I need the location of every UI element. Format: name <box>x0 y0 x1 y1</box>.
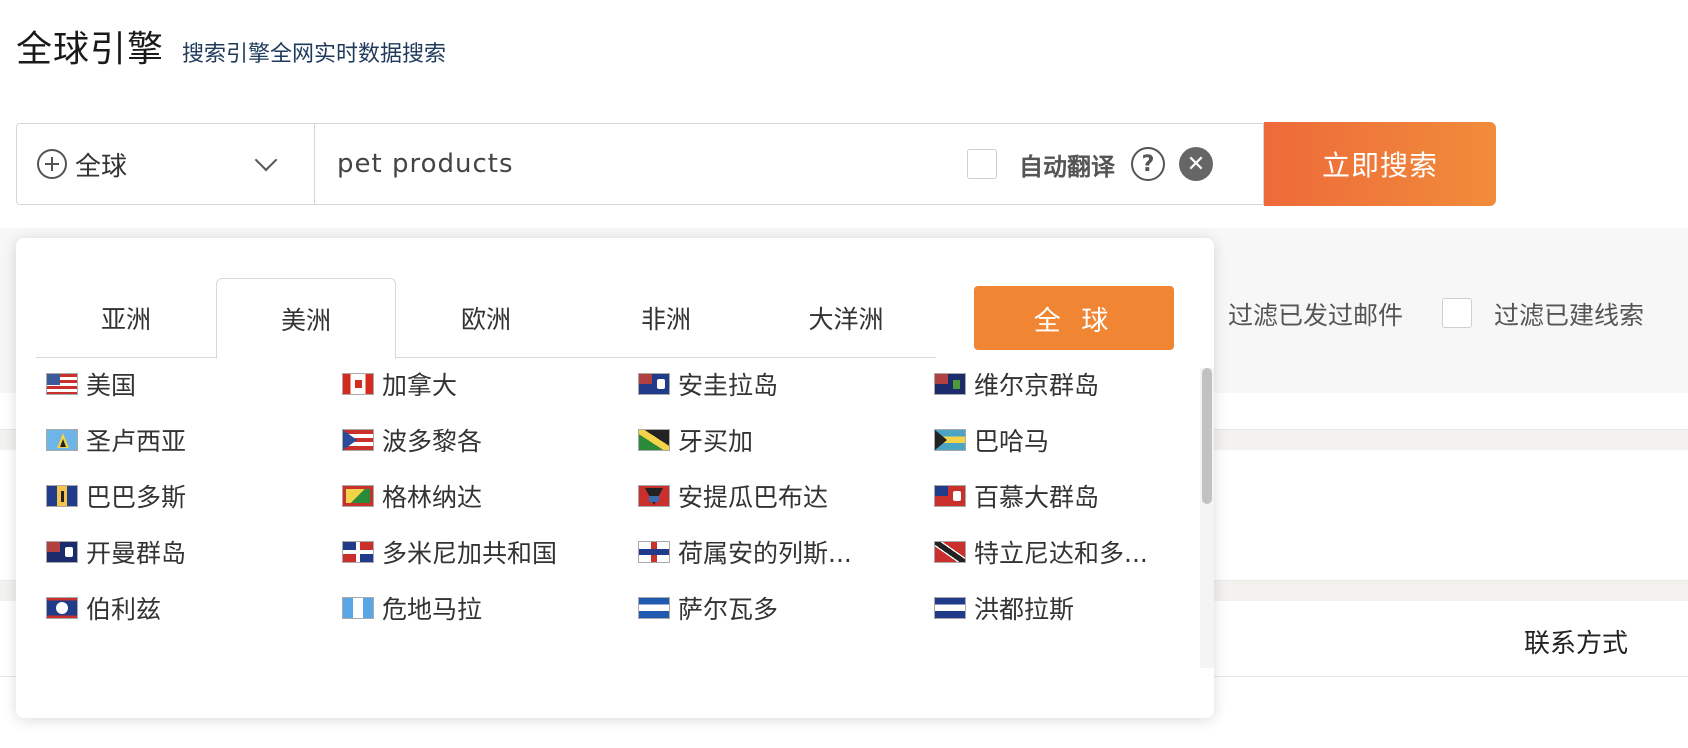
country-item-honduras[interactable]: 洪都拉斯 <box>934 588 1224 628</box>
saint-lucia-flag-icon <box>46 429 78 451</box>
country-name: 伯利兹 <box>86 595 162 624</box>
country-name: 美国 <box>86 371 137 400</box>
tab-americas[interactable]: 美洲 <box>216 278 396 359</box>
search-input-wrapper: 自动翻译 ? ✕ <box>314 123 1264 205</box>
grenada-flag-icon <box>342 485 374 507</box>
virgin-islands-flag-icon <box>934 373 966 395</box>
country-name: 加拿大 <box>382 371 458 400</box>
dominican-republic-flag-icon <box>342 541 374 563</box>
search-button[interactable]: 立即搜索 <box>1264 122 1496 206</box>
auto-translate-label: 自动翻译 <box>1019 152 1115 181</box>
filter-sent-email-label: 过滤已发过邮件 <box>1228 301 1404 330</box>
global-button[interactable]: 全 球 <box>974 286 1174 350</box>
cayman-islands-flag-icon <box>46 541 78 563</box>
trinidad-tobago-flag-icon <box>934 541 966 563</box>
country-item-cayman-islands[interactable]: 开曼群岛 <box>46 532 336 572</box>
filter-created-lead-checkbox[interactable] <box>1442 298 1472 328</box>
country-item-belize[interactable]: 伯利兹 <box>46 588 336 628</box>
country-item-trinidad-tobago[interactable]: 特立尼达和多... <box>934 532 1224 572</box>
clear-icon[interactable]: ✕ <box>1179 147 1213 181</box>
page-header: 全球引擎 搜索引擎全网实时数据搜索 <box>16 20 446 72</box>
region-select-value: 全球 <box>75 151 128 182</box>
region-dropdown: 亚洲 美洲 欧洲 非洲 大洋洲 全 球 美国 加拿大 安圭拉岛 维尔京群岛 圣卢… <box>16 238 1214 718</box>
country-item-el-salvador[interactable]: 萨尔瓦多 <box>638 588 928 628</box>
us-flag-icon <box>46 373 78 395</box>
country-item-barbados[interactable]: 巴巴多斯 <box>46 476 336 516</box>
guatemala-flag-icon <box>342 597 374 619</box>
country-name: 巴巴多斯 <box>86 483 187 512</box>
country-item-us[interactable]: 美国 <box>46 364 336 404</box>
country-name: 多米尼加共和国 <box>382 539 558 568</box>
el-salvador-flag-icon <box>638 597 670 619</box>
country-item-canada[interactable]: 加拿大 <box>342 364 632 404</box>
column-header-contact: 联系方式 <box>1524 629 1629 659</box>
country-item-dominican-republic[interactable]: 多米尼加共和国 <box>342 532 632 572</box>
puerto-rico-flag-icon <box>342 429 374 451</box>
auto-translate-checkbox[interactable] <box>967 149 997 179</box>
continent-tabs: 亚洲 美洲 欧洲 非洲 大洋洲 <box>36 278 936 359</box>
country-name: 萨尔瓦多 <box>678 595 779 624</box>
country-item-anguilla[interactable]: 安圭拉岛 <box>638 364 928 404</box>
country-name: 危地马拉 <box>382 595 483 624</box>
search-bar: 全球 自动翻译 ? ✕ 立即搜索 <box>16 122 1496 207</box>
country-name: 洪都拉斯 <box>974 595 1075 624</box>
country-name: 开曼群岛 <box>86 539 187 568</box>
country-name: 圣卢西亚 <box>86 427 187 456</box>
page-subtitle: 搜索引擎全网实时数据搜索 <box>182 42 447 67</box>
chevron-down-icon <box>254 148 278 172</box>
country-name: 安圭拉岛 <box>678 371 779 400</box>
netherlands-antilles-flag-icon <box>638 541 670 563</box>
country-item-netherlands-antilles[interactable]: 荷属安的列斯... <box>638 532 928 572</box>
country-item-jamaica[interactable]: 牙买加 <box>638 420 928 460</box>
country-name: 特立尼达和多... <box>974 539 1148 568</box>
country-name: 维尔京群岛 <box>974 371 1100 400</box>
tab-europe[interactable]: 欧洲 <box>396 278 576 358</box>
country-name: 安提瓜巴布达 <box>678 483 829 512</box>
country-name: 巴哈马 <box>974 427 1050 456</box>
search-input[interactable] <box>315 148 939 180</box>
country-item-grenada[interactable]: 格林纳达 <box>342 476 632 516</box>
barbados-flag-icon <box>46 485 78 507</box>
country-name: 波多黎各 <box>382 427 483 456</box>
tab-asia[interactable]: 亚洲 <box>36 278 216 358</box>
country-item-bahamas[interactable]: 巴哈马 <box>934 420 1224 460</box>
tab-oceania[interactable]: 大洋洲 <box>756 278 936 358</box>
tab-africa[interactable]: 非洲 <box>576 278 756 358</box>
tab-baseline <box>36 357 936 358</box>
country-name: 百慕大群岛 <box>974 483 1100 512</box>
belize-flag-icon <box>46 597 78 619</box>
country-name: 格林纳达 <box>382 483 483 512</box>
country-item-puerto-rico[interactable]: 波多黎各 <box>342 420 632 460</box>
help-icon[interactable]: ? <box>1131 147 1165 181</box>
country-item-bermuda[interactable]: 百慕大群岛 <box>934 476 1224 516</box>
country-name: 牙买加 <box>678 427 754 456</box>
country-item-saint-lucia[interactable]: 圣卢西亚 <box>46 420 336 460</box>
country-name: 荷属安的列斯... <box>678 539 852 568</box>
dropdown-scrollbar-thumb[interactable] <box>1202 368 1212 504</box>
region-select[interactable]: 全球 <box>16 123 314 205</box>
jamaica-flag-icon <box>638 429 670 451</box>
bermuda-flag-icon <box>934 485 966 507</box>
canada-flag-icon <box>342 373 374 395</box>
filter-created-lead-label: 过滤已建线索 <box>1494 301 1645 330</box>
plus-circle-icon <box>37 149 67 179</box>
page-title: 全球引擎 <box>16 29 165 70</box>
country-item-guatemala[interactable]: 危地马拉 <box>342 588 632 628</box>
anguilla-flag-icon <box>638 373 670 395</box>
country-item-virgin-islands[interactable]: 维尔京群岛 <box>934 364 1224 404</box>
country-item-antigua-barbuda[interactable]: 安提瓜巴布达 <box>638 476 928 516</box>
antigua-barbuda-flag-icon <box>638 485 670 507</box>
honduras-flag-icon <box>934 597 966 619</box>
bahamas-flag-icon <box>934 429 966 451</box>
